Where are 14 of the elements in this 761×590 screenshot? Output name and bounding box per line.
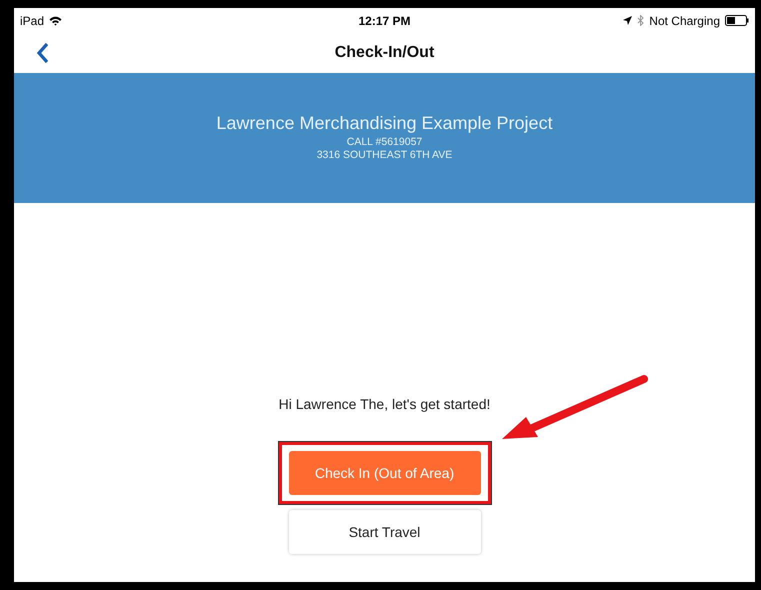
battery-icon xyxy=(725,15,749,26)
back-icon[interactable] xyxy=(36,42,50,64)
wifi-icon xyxy=(49,16,62,26)
nav-title: Check-In/Out xyxy=(334,44,434,62)
call-address: 3316 SOUTHEAST 6TH AVE xyxy=(316,149,452,162)
charging-status: Not Charging xyxy=(649,14,720,28)
project-name: Lawrence Merchandising Example Project xyxy=(216,113,553,134)
device-name: iPad xyxy=(20,14,44,28)
bluetooth-icon xyxy=(637,15,644,26)
travel-button[interactable]: Start Travel xyxy=(288,510,480,554)
call-number: CALL #5619057 xyxy=(346,136,422,149)
location-arrow-icon xyxy=(623,16,632,25)
greeting-text: Hi Lawrence The, let's get started! xyxy=(278,396,490,412)
status-time: 12:17 PM xyxy=(358,14,411,28)
